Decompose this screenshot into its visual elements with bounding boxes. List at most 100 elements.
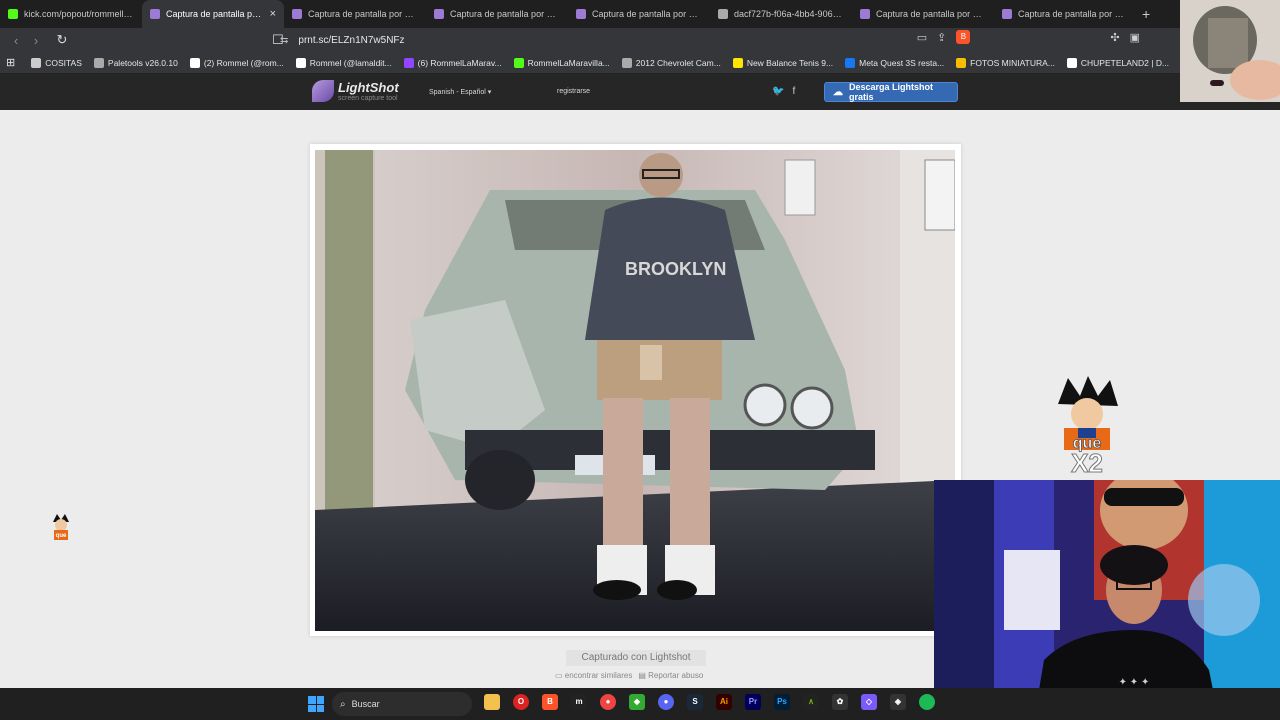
report-abuse-link[interactable]: ▤ Reportar abuso (638, 671, 703, 680)
copilot-icon[interactable]: ◇ (861, 694, 877, 710)
bookmark-item[interactable]: COSITAS (31, 57, 82, 68)
tab-title: Captura de pantalla por Lights (1018, 9, 1128, 19)
bookmark-item[interactable]: Paletools v26.0.10 (93, 57, 178, 68)
lightshot-icon (576, 9, 586, 19)
goku-sticker-large: que X2 (1048, 376, 1126, 479)
screenshot-image[interactable]: BROOKLYN (315, 150, 955, 631)
steam-icon[interactable]: S (687, 694, 703, 710)
brave-shield-icon[interactable]: B (956, 30, 971, 44)
bookmark-item[interactable]: Meta Quest 3S resta... (845, 57, 945, 68)
discord-icon[interactable]: ● (658, 694, 674, 710)
twitter-icon[interactable]: 🐦 (772, 86, 784, 97)
svg-text:✦ ✦ ✦: ✦ ✦ ✦ (1119, 677, 1150, 688)
sticker-multiplier: X2 (1071, 448, 1103, 476)
twitch-icon (403, 57, 414, 68)
url-text[interactable]: prnt.sc/ELZn1N7w5NFz (298, 35, 404, 46)
logo-tagline: screen capture tool (338, 95, 398, 102)
lightshot-icon (1002, 9, 1012, 19)
bookmark-label: Rommel (@lamaldit... (309, 57, 392, 68)
language-label[interactable]: Spanish - Español (429, 89, 486, 96)
tab-title: Captura de pantalla por Li (166, 9, 266, 19)
drive-icon (956, 57, 967, 68)
back-icon[interactable]: ‹ (6, 33, 26, 48)
spotify-icon[interactable] (919, 694, 935, 710)
facebook-icon[interactable]: f (792, 86, 795, 97)
bookmark-label: 2012 Chevrolet Cam... (635, 57, 721, 68)
taskbar-apps: O B m ● ◆ ● S Ai Pr Ps ∧ ✿ ◇ ◈ (484, 694, 935, 710)
browser-tab[interactable]: Captura de pantalla por Lights (426, 0, 568, 28)
tab-title: Captura de pantalla por Lightsh (308, 9, 418, 19)
close-tab-icon[interactable]: × (270, 8, 276, 20)
browser-tab[interactable]: dacf727b-f06a-4bb4-9064-5f3 (710, 0, 852, 28)
browser-tab[interactable]: Captura de pantalla por Lightsh (284, 0, 426, 28)
kick-icon (513, 57, 524, 68)
bookmark-item[interactable]: RommelLaMaravilla... (513, 57, 610, 68)
vpn-icon[interactable]: ◈ (890, 694, 906, 710)
new-tab-icon[interactable]: + (1142, 6, 1150, 22)
apps-icon[interactable]: ⊞ (6, 56, 15, 69)
bookmarks-bar: ⊞ COSITAS Paletools v26.0.10 (2) Rommel (@… (0, 52, 1280, 74)
bookmark-item[interactable]: 2012 Chevrolet Cam... (621, 57, 721, 68)
forward-icon[interactable]: › (26, 33, 46, 48)
chrome-icon[interactable]: ● (600, 694, 616, 710)
opera-icon[interactable]: O (513, 694, 529, 710)
bookmark-label: (6) RommelLaMarav... (417, 57, 502, 68)
streamer-webcam: ✦ ✦ ✦ (934, 480, 1280, 720)
bookmark-label: (2) Rommel (@rom... (203, 57, 284, 68)
report-abuse-label[interactable]: Reportar abuso (648, 671, 703, 680)
find-similar-link[interactable]: ▭ encontrar similares (555, 671, 632, 680)
cloud-download-icon: ☁ (833, 86, 843, 98)
photoshop-icon[interactable]: Ps (774, 694, 790, 710)
h-icon (1066, 57, 1077, 68)
windows-start-icon[interactable] (308, 696, 324, 712)
lightshot-icon (150, 9, 160, 19)
browser-tab[interactable]: Captura de pantalla por Lights (852, 0, 994, 28)
bookmark-item[interactable]: CHUPETELAND2 | D... (1066, 57, 1169, 68)
bookmark-label: COSITAS (45, 57, 82, 68)
site-info-icon[interactable]: ⇆ (280, 35, 288, 46)
lightshot-header (0, 74, 1280, 110)
mercadolibre-icon (732, 57, 743, 68)
extensions-icon[interactable]: ✣ (1110, 31, 1119, 44)
taskbar-search[interactable]: ⌕ Buscar (332, 692, 472, 716)
download-button[interactable]: ☁ Descarga Lightshot gratis (824, 82, 958, 102)
browser-tab[interactable]: kick.com/popout/rommellama (0, 0, 142, 28)
find-similar-label[interactable]: encontrar similares (565, 671, 633, 680)
nvidia-icon[interactable]: ∧ (803, 694, 819, 710)
illustrator-icon[interactable]: Ai (716, 694, 732, 710)
openai-icon[interactable]: ✿ (832, 694, 848, 710)
premiere-icon[interactable]: Pr (745, 694, 761, 710)
browser-tab[interactable]: Captura de pantalla por Li × (142, 0, 284, 28)
captured-with-lightshot[interactable]: Capturado con Lightshot (566, 650, 706, 666)
folder-icon (31, 57, 42, 68)
register-link[interactable]: registrarse (557, 88, 590, 95)
meta-icon (845, 57, 856, 68)
cast-icon[interactable]: ▭ (917, 31, 927, 44)
bookmark-label: New Balance Tenis 9... (746, 57, 834, 68)
address-bar[interactable]: ⇆ prnt.sc/ELZn1N7w5NFz (280, 30, 1010, 50)
bookmark-item[interactable]: Rommel (@lamaldit... (295, 57, 392, 68)
download-label: Descarga Lightshot gratis (849, 82, 934, 102)
language-selector[interactable]: Spanish - Español ▾ (429, 88, 491, 96)
sticker-small-text: que (56, 533, 67, 539)
reload-icon[interactable]: ↻ (52, 32, 72, 48)
browser-tab[interactable]: Captura de pantalla por Lights (994, 0, 1136, 28)
bookmark-item[interactable]: (2) Rommel (@rom... (189, 57, 284, 68)
lightshot-logo[interactable]: LightShot screen capture tool (312, 80, 399, 102)
sidebar-icon[interactable]: ▣ (1130, 31, 1140, 44)
file-explorer-icon[interactable] (484, 694, 500, 710)
x-icon (189, 57, 200, 68)
bookmark-item[interactable]: (6) RommelLaMarav... (403, 57, 502, 68)
lightshot-icon (860, 9, 870, 19)
bookmark-item[interactable]: FOTOS MINIATURA... (956, 57, 1055, 68)
bookmark-label: Paletools v26.0.10 (107, 57, 178, 68)
android-icon[interactable]: ◆ (629, 694, 645, 710)
m-app-icon[interactable]: m (571, 694, 587, 710)
share-icon[interactable]: ⇪ (937, 31, 946, 44)
bookmark-item[interactable]: New Balance Tenis 9... (732, 57, 834, 68)
tab-title: Captura de pantalla por Lights (876, 9, 986, 19)
bookmark-label: Meta Quest 3S resta... (859, 57, 945, 68)
browser-tab[interactable]: Captura de pantalla por Lights (568, 0, 710, 28)
camera-overlay-top (1180, 0, 1280, 102)
brave-icon[interactable]: B (542, 694, 558, 710)
